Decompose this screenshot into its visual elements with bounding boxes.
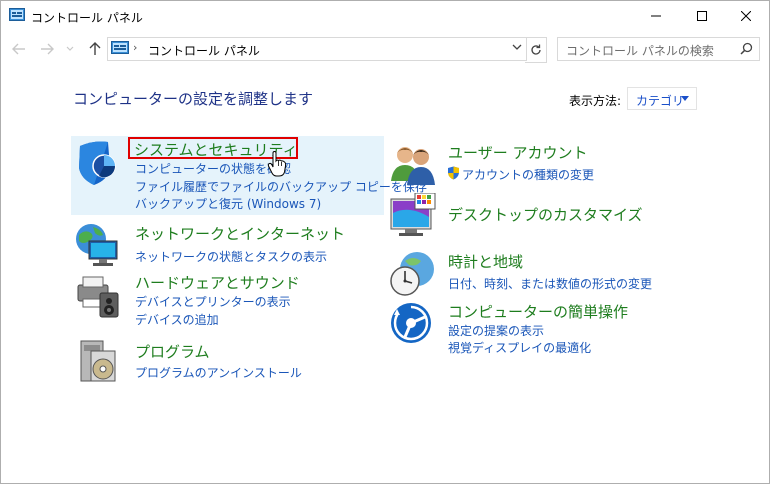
back-button[interactable] — [9, 39, 29, 59]
minimize-button[interactable] — [633, 1, 679, 31]
breadcrumb-separator-icon[interactable]: › — [133, 41, 137, 54]
page-heading: コンピューターの設定を調整します — [73, 90, 314, 108]
chevron-down-icon — [66, 46, 74, 51]
link-backup-restore[interactable]: バックアップと復元 (Windows 7) — [135, 195, 321, 212]
search-input[interactable]: コントロール パネルの検索 — [557, 37, 760, 61]
maximize-button[interactable] — [679, 1, 725, 31]
view-by-label: 表示方法: — [569, 94, 622, 108]
link-optimize-visual-display[interactable]: 視覚ディスプレイの最適化 — [448, 339, 591, 356]
link-change-date-time-format[interactable]: 日付、時刻、または数値の形式の変更 — [448, 275, 652, 292]
control-panel-window: コントロール パネル › コントロール パネル コントロール パネルの検索 コン… — [0, 0, 770, 484]
link-uninstall-program[interactable]: プログラムのアンインストール — [135, 364, 302, 381]
link-change-account-type[interactable]: アカウントの種類の変更 — [462, 166, 594, 183]
refresh-icon — [530, 44, 541, 55]
refresh-button[interactable] — [525, 37, 547, 63]
control-panel-icon — [9, 8, 25, 21]
address-bar[interactable]: › コントロール パネル — [107, 37, 527, 61]
minimize-icon — [651, 15, 661, 17]
arrow-up-icon — [89, 42, 101, 55]
link-network-status-tasks[interactable]: ネットワークの状態とタスクの表示 — [135, 248, 327, 265]
title-bar: コントロール パネル — [1, 1, 769, 31]
desktop-monitor-icon[interactable] — [389, 193, 437, 241]
category-title-clock-region[interactable]: 時計と地域 — [448, 251, 523, 272]
category-title-user-accounts[interactable]: ユーザー アカウント — [448, 142, 587, 163]
control-panel-icon — [111, 41, 129, 54]
hand-cursor-icon — [267, 151, 287, 177]
breadcrumb-path[interactable]: コントロール パネル — [148, 42, 260, 59]
link-suggested-settings[interactable]: 設定の提案の表示 — [448, 322, 544, 339]
chevron-down-icon[interactable] — [512, 43, 522, 51]
uac-shield-icon — [448, 166, 459, 180]
category-title-programs[interactable]: プログラム — [135, 341, 210, 362]
arrow-right-icon — [41, 43, 54, 55]
view-by-value: カテゴリ — [636, 94, 685, 108]
shield-icon[interactable] — [74, 138, 122, 186]
category-title-ease-of-access[interactable]: コンピューターの簡単操作 — [448, 301, 628, 322]
close-icon — [741, 11, 751, 21]
link-file-history-backup[interactable]: ファイル履歴でファイルのバックアップ コピーを保存 — [135, 178, 427, 195]
forward-button[interactable] — [37, 39, 57, 59]
maximize-icon — [697, 11, 707, 21]
users-icon[interactable] — [389, 141, 437, 189]
dropdown-caret-icon — [681, 96, 689, 101]
category-title-network-internet[interactable]: ネットワークとインターネット — [135, 223, 345, 244]
window-title: コントロール パネル — [31, 11, 143, 25]
category-title-hardware-sound[interactable]: ハードウェアとサウンド — [135, 272, 300, 293]
up-button[interactable] — [85, 39, 105, 59]
program-disc-icon[interactable] — [77, 337, 125, 385]
printer-speaker-icon[interactable] — [74, 271, 122, 319]
close-button[interactable] — [723, 1, 769, 31]
search-placeholder: コントロール パネルの検索 — [566, 44, 714, 58]
network-globe-icon[interactable] — [73, 219, 121, 267]
arrow-left-icon — [12, 43, 25, 55]
category-title-appearance[interactable]: デスクトップのカスタマイズ — [448, 204, 643, 225]
link-devices-printers[interactable]: デバイスとプリンターの表示 — [135, 293, 291, 310]
view-by-dropdown[interactable]: カテゴリ — [627, 87, 697, 110]
ease-of-access-icon[interactable] — [389, 301, 437, 349]
link-add-device[interactable]: デバイスの追加 — [135, 311, 219, 328]
search-icon[interactable] — [740, 42, 753, 55]
recent-locations-button[interactable] — [63, 39, 77, 59]
clock-globe-icon[interactable] — [389, 249, 437, 297]
